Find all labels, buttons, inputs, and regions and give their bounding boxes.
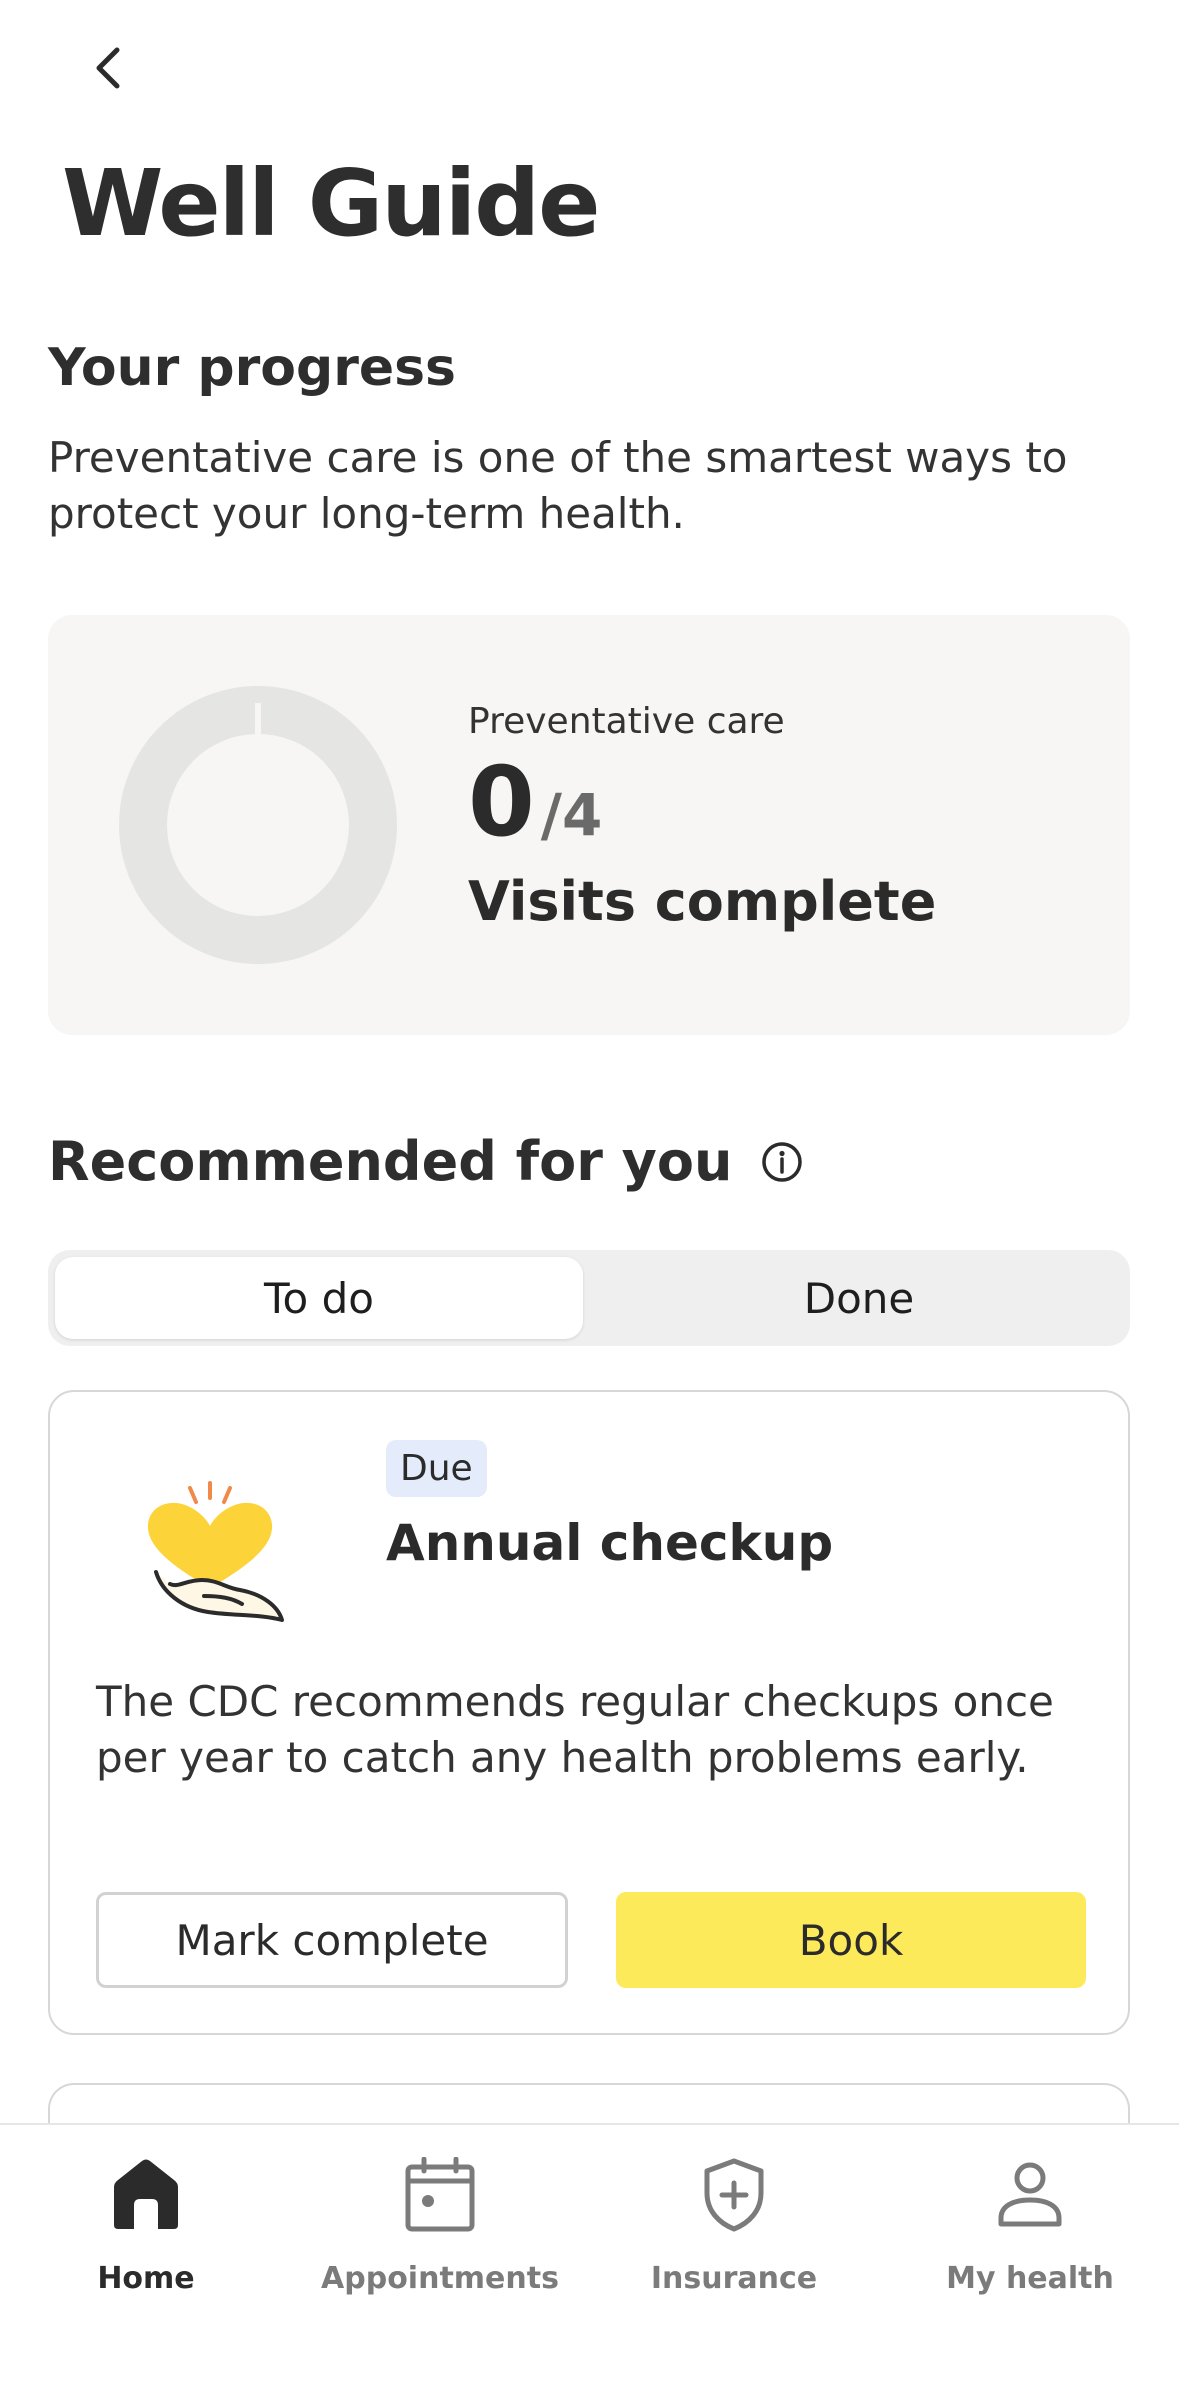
status-segmented-control: To do Done xyxy=(48,1250,1130,1346)
home-icon xyxy=(106,2155,186,2235)
progress-donut xyxy=(119,686,397,964)
progress-info: Preventative care 0 /4 Visits complete xyxy=(468,701,936,933)
shield-plus-icon xyxy=(694,2155,774,2235)
recommended-heading: Recommended for you xyxy=(48,1130,733,1193)
tab-to-do[interactable]: To do xyxy=(55,1257,583,1339)
progress-count: 0 /4 xyxy=(468,754,936,850)
heart-in-hand-icon xyxy=(147,1481,284,1622)
page-title: Well Guide xyxy=(62,150,600,257)
chevron-left-icon xyxy=(96,47,120,89)
nav-label-insurance: Insurance xyxy=(650,2261,818,2296)
nav-item-home[interactable]: Home xyxy=(16,2155,276,2296)
card-description: The CDC recommends regular checkups once… xyxy=(96,1677,1054,1782)
nav-item-insurance[interactable]: Insurance xyxy=(604,2155,864,2296)
recommendation-card: Due Annual checkup The CDC recommends re… xyxy=(48,1390,1130,2035)
person-icon xyxy=(990,2155,1070,2235)
calendar-icon xyxy=(400,2155,480,2235)
progress-heading: Your progress xyxy=(48,338,457,398)
nav-item-my-health[interactable]: My health xyxy=(900,2155,1160,2296)
info-icon[interactable] xyxy=(760,1140,804,1184)
recommended-header: Recommended for you xyxy=(48,1130,804,1193)
bottom-navigation: Home Appointments Insurance My health xyxy=(0,2123,1179,2398)
nav-label-home: Home xyxy=(97,2261,195,2296)
progress-label: Preventative care xyxy=(468,701,785,742)
nav-label-appointments: Appointments xyxy=(321,2261,559,2296)
back-button[interactable] xyxy=(78,38,138,98)
visits-complete-label: Visits complete xyxy=(468,870,937,933)
mark-complete-button[interactable]: Mark complete xyxy=(96,1892,568,1988)
progress-card: Preventative care 0 /4 Visits complete xyxy=(48,615,1130,1035)
status-badge: Due xyxy=(386,1440,487,1497)
nav-item-appointments[interactable]: Appointments xyxy=(310,2155,570,2296)
card-title: Annual checkup xyxy=(386,1514,834,1572)
tab-done[interactable]: Done xyxy=(595,1257,1123,1339)
total-count: /4 xyxy=(540,781,603,849)
progress-description: Preventative care is one of the smartest… xyxy=(48,433,1068,538)
book-button[interactable]: Book xyxy=(616,1892,1086,1988)
nav-label-my-health: My health xyxy=(946,2261,1114,2296)
completed-count: 0 xyxy=(468,746,535,858)
